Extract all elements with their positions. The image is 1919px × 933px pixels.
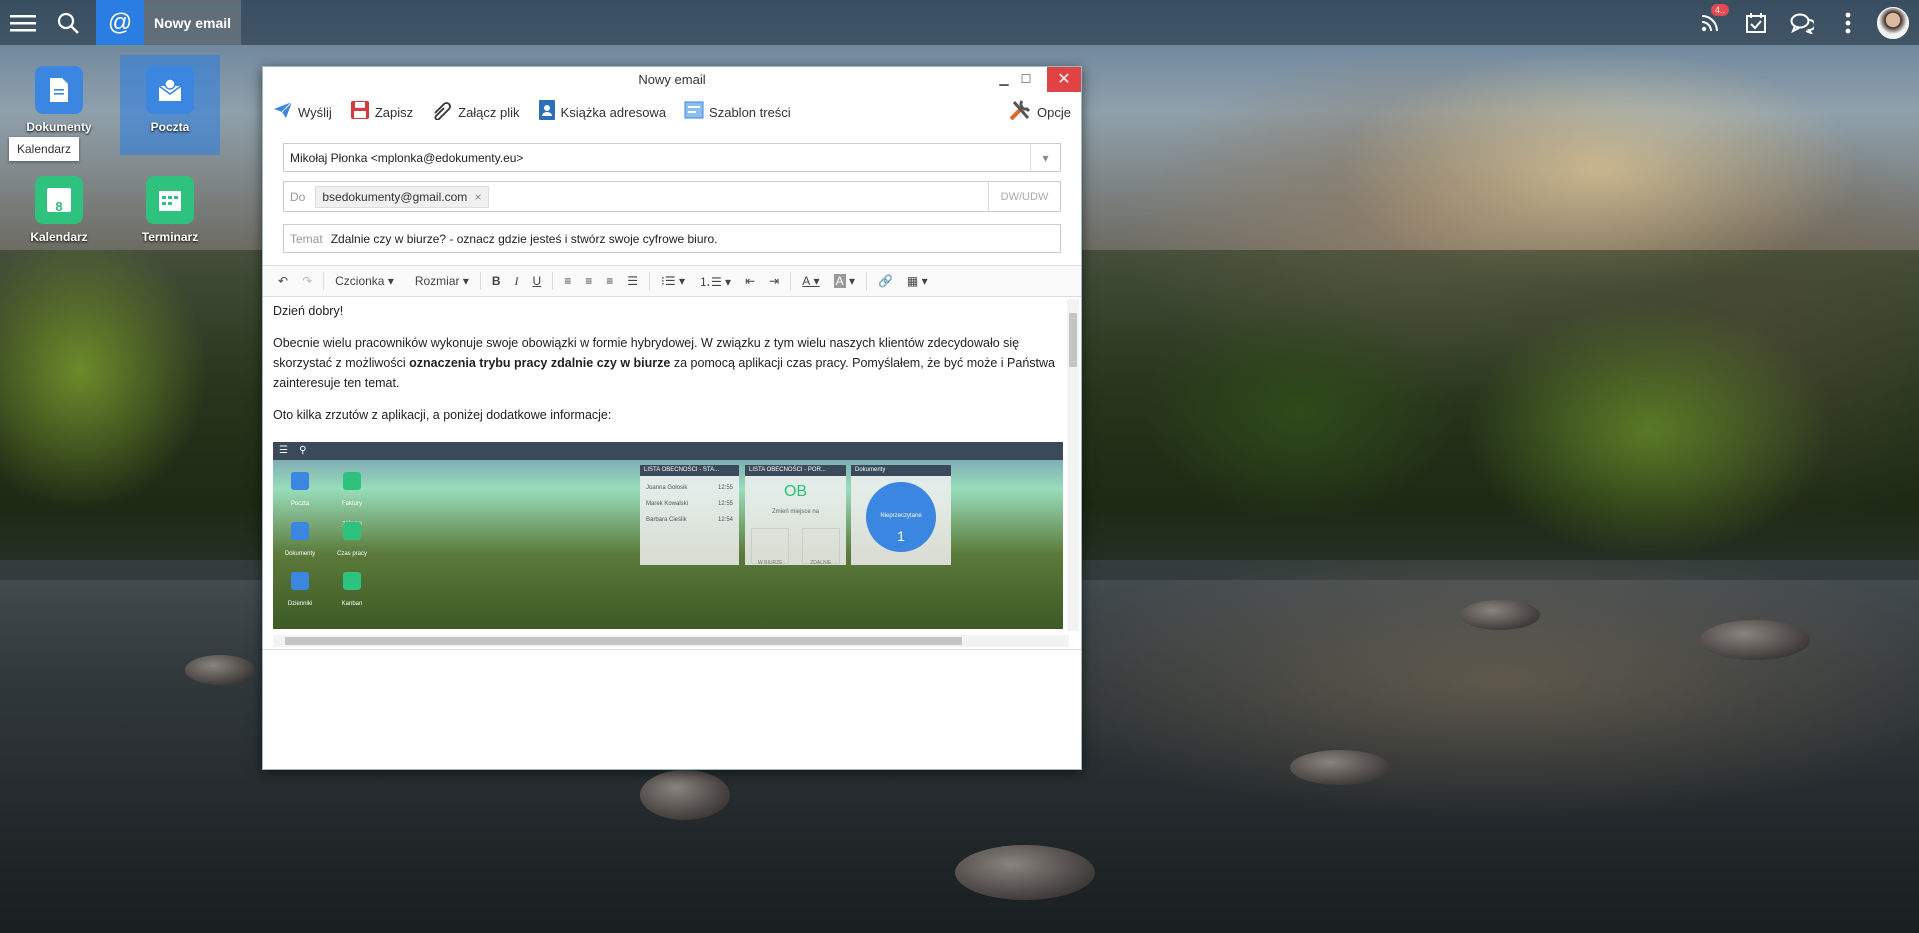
subject-field[interactable]: Temat Zdalnie czy w biurze? - oznacz gdz…: [283, 224, 1061, 253]
size-select[interactable]: Rozmiar ▾: [415, 274, 469, 288]
save-button[interactable]: Zapisz: [350, 100, 413, 125]
mail-icon: [146, 66, 194, 114]
desktop-icon-terminarz[interactable]: Terminarz: [120, 176, 220, 244]
tooltip: Kalendarz: [9, 137, 80, 161]
embedded-screenshot: ☰ ⚲ Poczta Faktury zakupu Dokumenty Czas…: [273, 442, 1063, 629]
close-icon[interactable]: ✕: [1047, 67, 1081, 92]
vertical-scrollbar[interactable]: [1067, 299, 1079, 631]
schedule-icon: [146, 176, 194, 224]
desktop-icon-kalendarz[interactable]: 8 Kalendarz: [9, 176, 109, 244]
paperclip-icon: [431, 100, 453, 125]
remove-recipient-icon[interactable]: ×: [475, 190, 482, 204]
status-panel: LISTA OBECNOŚCI - POR... OB Zmień miejsc…: [745, 465, 846, 566]
window-title: Nowy email: [638, 72, 706, 87]
align-left-icon[interactable]: ≡: [564, 274, 571, 288]
indent-icon[interactable]: ⇥: [769, 274, 779, 288]
subject-value: Zdalnie czy w biurze? - oznacz gdzie jes…: [330, 231, 718, 246]
top-bar: @ Nowy email 4..: [0, 0, 1919, 45]
desktop-icon-poczta[interactable]: Poczta: [120, 66, 220, 134]
address-book-icon: [538, 99, 556, 126]
tools-icon: [1008, 98, 1032, 127]
minimize-icon[interactable]: ▁: [993, 67, 1015, 92]
outdent-icon[interactable]: ⇤: [745, 274, 755, 288]
align-center-icon[interactable]: ≡: [585, 274, 592, 288]
underline-icon[interactable]: U: [533, 274, 542, 288]
to-field[interactable]: Do bsedokumenty@gmail.com × DW/UDW: [283, 181, 1061, 212]
mini-kanban-icon: [343, 572, 361, 590]
justify-icon[interactable]: ☰: [627, 274, 638, 288]
desktop-icon-label: Dokumenty: [26, 120, 92, 134]
calendar-icon: 8: [35, 176, 83, 224]
address-book-button[interactable]: Książka adresowa: [538, 99, 666, 126]
body-paragraph: Oto kilka zrzutów z aplikacji, a poniżej…: [273, 408, 612, 422]
mini-journal-icon: [291, 572, 309, 590]
background-color-icon[interactable]: A ▾: [833, 274, 855, 288]
mini-clock-icon: [343, 522, 361, 540]
from-value: Mikołaj Płonka <mplonka@edokumenty.eu>: [290, 150, 524, 165]
rock: [185, 655, 255, 685]
calendar-check-icon[interactable]: [1733, 0, 1779, 45]
active-app-tab[interactable]: @ Nowy email: [96, 0, 242, 45]
font-select[interactable]: Czcionka ▾: [335, 274, 394, 288]
table-icon[interactable]: ▦ ▾: [907, 274, 928, 288]
mini-document-icon: [291, 522, 309, 540]
chat-icon[interactable]: [1779, 0, 1825, 45]
document-icon: [35, 66, 83, 114]
redo-icon[interactable]: ↷: [302, 274, 312, 288]
rock: [955, 845, 1095, 900]
more-options-icon[interactable]: [1825, 0, 1871, 45]
email-body-editor[interactable]: Dzień dobry! Obecnie wielu pracowników w…: [273, 301, 1063, 629]
chevron-down-icon[interactable]: ▾: [1030, 144, 1060, 171]
editor-bottom-divider: [263, 649, 1081, 650]
body-paragraph: Obecnie wielu pracowników wykonuje swoje…: [273, 336, 1055, 390]
greeting-text: Dzień dobry!: [273, 304, 344, 318]
screenshot-topbar: ☰ ⚲: [273, 442, 1063, 460]
at-sign-icon: @: [96, 0, 144, 45]
user-avatar[interactable]: [1877, 6, 1909, 39]
template-button[interactable]: Szablon treści: [684, 101, 791, 124]
editor-toolbar: ↶ ↷ Czcionka ▾ Rozmiar ▾ B I U ≡ ≡ ≡ ☰ ⁝…: [263, 265, 1081, 297]
recipient-chip[interactable]: bsedokumenty@gmail.com ×: [315, 185, 489, 208]
options-button[interactable]: Opcje: [1008, 98, 1071, 127]
subject-label: Temat: [290, 231, 323, 246]
horizontal-scrollbar[interactable]: [273, 635, 1069, 647]
link-icon[interactable]: 🔗: [878, 274, 893, 288]
italic-icon[interactable]: I: [515, 274, 519, 289]
new-email-window: Nowy email ▁ ☐ ✕ Wyślij Zapisz Załącz pl…: [262, 66, 1082, 770]
documents-panel: Dokumenty Nieprzeczytane 1: [851, 465, 951, 565]
undo-icon[interactable]: ↶: [278, 274, 288, 288]
desktop-icon-label: Kalendarz: [30, 230, 88, 244]
rock: [640, 770, 730, 820]
to-label: Do: [290, 189, 306, 204]
template-icon: [684, 101, 704, 124]
rock: [1700, 620, 1810, 660]
email-toolbar: Wyślij Zapisz Załącz plik Książka adreso…: [263, 92, 1081, 132]
paper-plane-icon: [273, 101, 293, 124]
desktop-icon-dokumenty[interactable]: Dokumenty: [9, 66, 109, 134]
send-button[interactable]: Wyślij: [273, 101, 332, 124]
search-icon[interactable]: [45, 0, 90, 45]
maximize-icon[interactable]: ☐: [1015, 67, 1037, 92]
attach-file-button[interactable]: Załącz plik: [431, 100, 520, 125]
align-right-icon[interactable]: ≡: [606, 274, 613, 288]
mini-invoice-icon: [343, 472, 361, 490]
text-color-icon[interactable]: A ▾: [802, 274, 819, 288]
rock: [1460, 600, 1540, 630]
cc-bcc-button[interactable]: DW/UDW: [988, 182, 1060, 211]
active-app-title: Nowy email: [144, 0, 242, 45]
rss-notifications-icon[interactable]: 4..: [1687, 0, 1733, 45]
menu-icon[interactable]: [0, 0, 45, 45]
desktop-icon-label: Terminarz: [141, 230, 199, 244]
notification-badge: 4..: [1711, 4, 1730, 16]
numbered-list-icon[interactable]: ⒈☰ ▾: [699, 273, 731, 290]
bullet-list-icon[interactable]: ⁝☰ ▾: [661, 274, 685, 288]
mini-mail-icon: [291, 472, 309, 490]
window-title-bar[interactable]: Nowy email ▁ ☐ ✕: [263, 67, 1081, 92]
attendance-panel: LISTA OBECNOŚCI - STA... Joanna Gołosik …: [640, 465, 739, 565]
from-select[interactable]: Mikołaj Płonka <mplonka@edokumenty.eu> ▾: [283, 143, 1061, 172]
bold-icon[interactable]: B: [492, 274, 501, 288]
desktop-icon-label: Poczta: [150, 120, 190, 134]
rock: [1290, 750, 1390, 785]
save-icon: [350, 100, 370, 125]
